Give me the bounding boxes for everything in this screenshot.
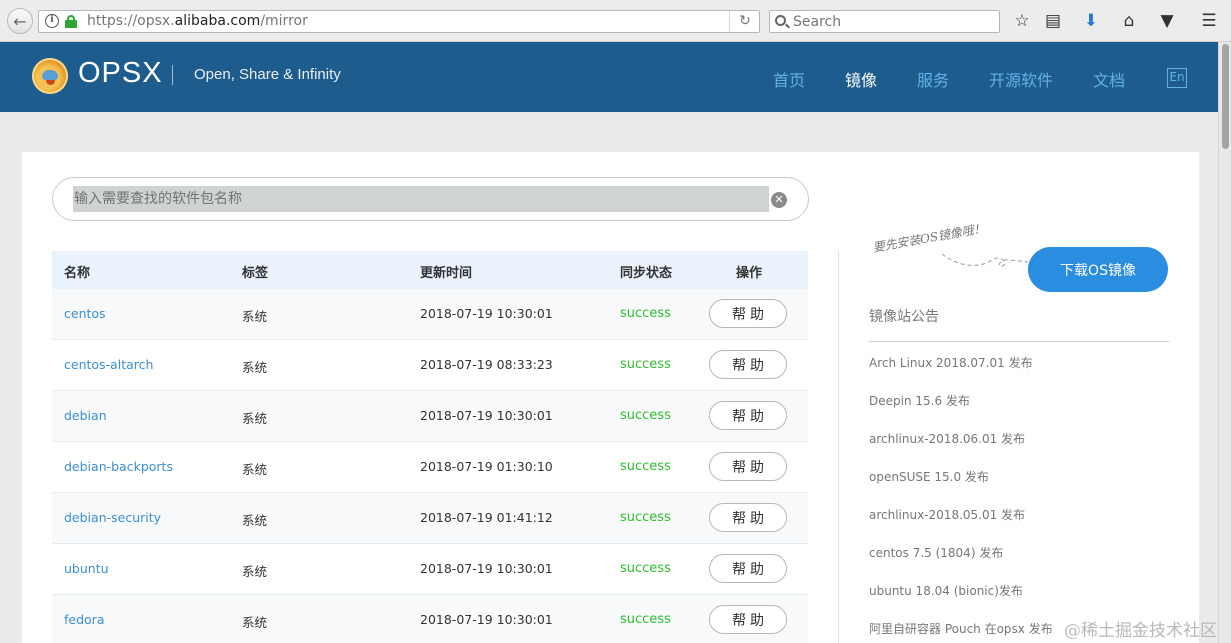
- hamburger-menu-icon[interactable]: ☰: [1198, 11, 1220, 31]
- package-search-input[interactable]: [73, 186, 769, 212]
- sidebar-divider: [838, 251, 839, 643]
- download-os-image-button[interactable]: 下载OS镜像: [1028, 247, 1168, 292]
- nav-open-source[interactable]: 开源软件: [989, 67, 1053, 91]
- mirror-update-time: 2018-07-19 01:30:10: [420, 459, 553, 474]
- browser-search-bar[interactable]: Search: [769, 10, 1000, 33]
- notice-item[interactable]: archlinux-2018.05.01 发布: [869, 506, 1025, 523]
- nav-home[interactable]: 首页: [773, 67, 805, 91]
- info-icon[interactable]: i: [45, 14, 59, 28]
- table-row: debian 系统 2018-07-19 10:30:01 success 帮助: [52, 391, 808, 442]
- mirror-sync-status: success: [620, 612, 671, 627]
- mirror-tag: 系统: [242, 411, 268, 426]
- mirror-card: ✕ 名称 标签 更新时间 同步状态 操作 centos 系统 2018-07-1…: [22, 152, 1199, 643]
- mirror-name-link[interactable]: ubuntu: [64, 561, 109, 576]
- table-row: ubuntu 系统 2018-07-19 10:30:01 success 帮助: [52, 544, 808, 595]
- mirror-table: 名称 标签 更新时间 同步状态 操作 centos 系统 2018-07-19 …: [52, 251, 808, 643]
- mirror-tag: 系统: [242, 462, 268, 477]
- browser-search-placeholder: Search: [793, 14, 842, 30]
- notice-item[interactable]: centos 7.5 (1804) 发布: [869, 544, 1003, 561]
- language-toggle[interactable]: En: [1167, 68, 1187, 88]
- mirror-update-time: 2018-07-19 10:30:01: [420, 306, 553, 321]
- table-row: debian-backports 系统 2018-07-19 01:30:10 …: [52, 442, 808, 493]
- mirror-tag: 系统: [242, 513, 268, 528]
- mirror-sync-status: success: [620, 510, 671, 525]
- mirror-sync-status: success: [620, 408, 671, 423]
- mirror-name-link[interactable]: debian-backports: [64, 459, 173, 474]
- bookmark-star-icon[interactable]: ☆: [1011, 11, 1033, 31]
- table-row: debian-security 系统 2018-07-19 01:41:12 s…: [52, 493, 808, 544]
- url-text[interactable]: https://opsx.alibaba.com/mirror: [87, 13, 308, 29]
- reload-icon[interactable]: ↻: [729, 11, 760, 32]
- address-bar[interactable]: i https://opsx.alibaba.com/mirror ↻: [38, 10, 760, 33]
- nav-service[interactable]: 服务: [917, 67, 949, 91]
- site-header: OPSX Open, Share & Infinity 首页 镜像 服务 开源软…: [0, 42, 1218, 112]
- mirror-name-link[interactable]: centos-altarch: [64, 357, 153, 372]
- help-button[interactable]: 帮助: [709, 503, 787, 532]
- reader-list-icon[interactable]: ▤: [1042, 11, 1064, 31]
- column-tag: 标签: [242, 266, 269, 281]
- table-header: 名称 标签 更新时间 同步状态 操作: [52, 251, 808, 289]
- mirror-sync-status: success: [620, 561, 671, 576]
- table-body: centos 系统 2018-07-19 10:30:01 success 帮助…: [52, 289, 808, 643]
- mirror-update-time: 2018-07-19 10:30:01: [420, 612, 553, 627]
- nav-docs[interactable]: 文档: [1093, 67, 1125, 91]
- search-icon: [775, 15, 786, 26]
- back-arrow-icon: ←: [13, 11, 27, 31]
- mirror-sync-status: success: [620, 459, 671, 474]
- mirror-name-link[interactable]: debian: [64, 408, 107, 423]
- brand-tagline: Open, Share & Infinity: [194, 66, 341, 83]
- lock-icon[interactable]: [65, 15, 77, 28]
- table-row: fedora 系统 2018-07-19 10:30:01 success 帮助: [52, 595, 808, 643]
- help-button[interactable]: 帮助: [709, 299, 787, 328]
- clear-icon[interactable]: ✕: [771, 192, 787, 208]
- help-button[interactable]: 帮助: [709, 401, 787, 430]
- table-row: centos-altarch 系统 2018-07-19 08:33:23 su…: [52, 340, 808, 391]
- watermark: @稀土掘金技术社区: [1064, 621, 1217, 641]
- opsx-logo-icon[interactable]: [32, 58, 68, 94]
- mirror-name-link[interactable]: centos: [64, 306, 106, 321]
- notice-divider: [869, 341, 1169, 342]
- back-button[interactable]: ←: [7, 8, 33, 34]
- column-sync-status: 同步状态: [620, 266, 673, 281]
- notice-item[interactable]: 阿里自研容器 Pouch 在opsx 发布: [869, 620, 1053, 637]
- notice-item[interactable]: Deepin 15.6 发布: [869, 392, 970, 409]
- mirror-tag: 系统: [242, 309, 268, 324]
- notice-item[interactable]: openSUSE 15.0 发布: [869, 468, 989, 485]
- brand-name[interactable]: OPSX: [78, 57, 163, 90]
- mirror-tag: 系统: [242, 360, 268, 375]
- notice-item[interactable]: archlinux-2018.06.01 发布: [869, 430, 1025, 447]
- mirror-update-time: 2018-07-19 08:33:23: [420, 357, 553, 372]
- mirror-update-time: 2018-07-19 10:30:01: [420, 408, 553, 423]
- mirror-tag: 系统: [242, 564, 268, 579]
- download-arrow-icon[interactable]: ⬇: [1080, 11, 1102, 31]
- mirror-update-time: 2018-07-19 01:41:12: [420, 510, 553, 525]
- help-button[interactable]: 帮助: [709, 350, 787, 379]
- column-update-time: 更新时间: [420, 266, 473, 281]
- notice-item[interactable]: Arch Linux 2018.07.01 发布: [869, 354, 1033, 371]
- mirror-name-link[interactable]: fedora: [64, 612, 104, 627]
- column-action: 操作: [736, 266, 763, 281]
- notice-item[interactable]: ubuntu 18.04 (bionic)发布: [869, 582, 1023, 599]
- page-scrollbar[interactable]: [1218, 42, 1231, 643]
- help-button[interactable]: 帮助: [709, 554, 787, 583]
- scrollbar-thumb[interactable]: [1222, 44, 1229, 149]
- mirror-sync-status: success: [620, 306, 671, 321]
- notice-title: 镜像站公告: [869, 309, 939, 325]
- nav-mirror[interactable]: 镜像: [845, 67, 877, 91]
- mirror-name-link[interactable]: debian-security: [64, 510, 161, 525]
- column-name: 名称: [64, 266, 91, 281]
- browser-toolbar: ← i https://opsx.alibaba.com/mirror ↻ Se…: [0, 0, 1231, 42]
- help-button[interactable]: 帮助: [709, 452, 787, 481]
- tip-arrow-icon: [941, 253, 1029, 267]
- home-icon[interactable]: ⌂: [1118, 11, 1140, 31]
- mirror-tag: 系统: [242, 615, 268, 630]
- brand-divider: [172, 65, 173, 85]
- mirror-update-time: 2018-07-19 10:30:01: [420, 561, 553, 576]
- package-search-box: ✕: [52, 177, 809, 221]
- mirror-sync-status: success: [620, 357, 671, 372]
- table-row: centos 系统 2018-07-19 10:30:01 success 帮助: [52, 289, 808, 340]
- help-button[interactable]: 帮助: [709, 605, 787, 634]
- pocket-icon[interactable]: ▼: [1156, 11, 1178, 31]
